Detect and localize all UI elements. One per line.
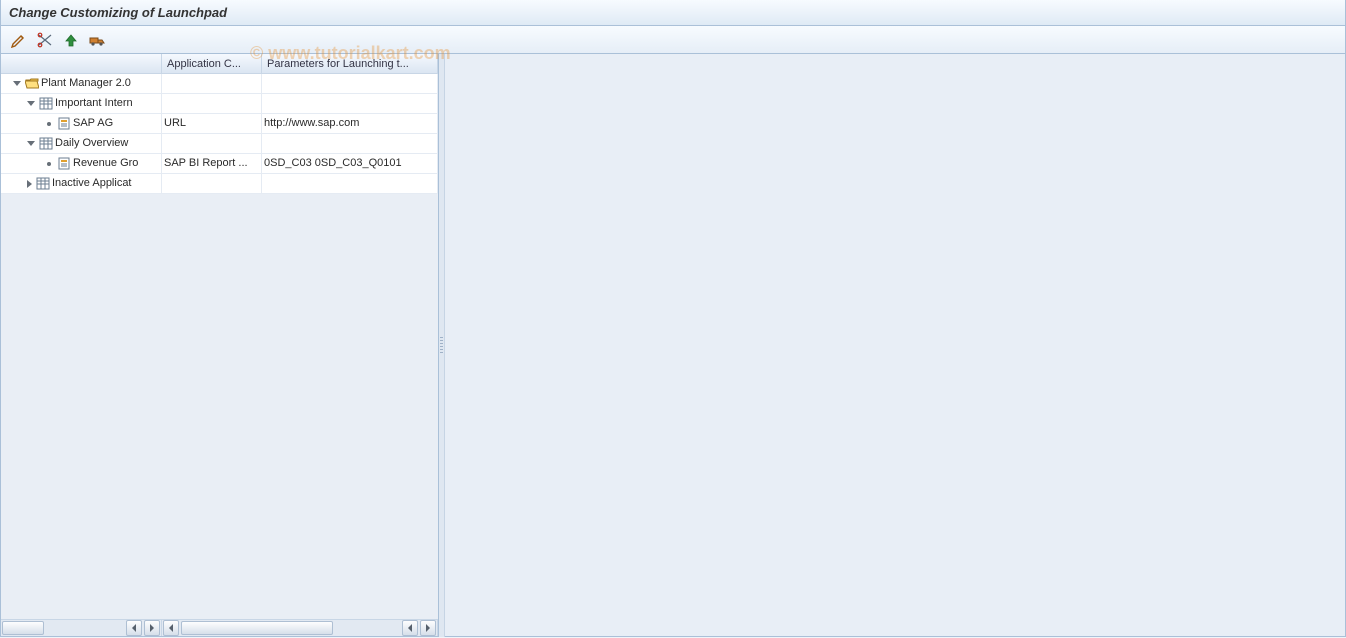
tree-node-label: Daily Overview [55,134,128,153]
grid-icon [39,97,53,110]
grid-icon [39,137,53,150]
cell-app-category: URL [162,114,262,133]
tree-panel: Application C... Parameters for Launchin… [0,54,439,637]
cell-parameters: 0SD_C03 0SD_C03_Q0101 [262,154,438,173]
tree-scrollbar-row [1,619,438,636]
title-bar: Change Customizing of Launchpad [0,0,1346,26]
scroll-right-icon[interactable] [144,620,160,636]
tree-header-row: Application C... Parameters for Launchin… [1,54,438,74]
tree-row-leaf[interactable]: Revenue Gro SAP BI Report ... 0SD_C03 0S… [1,154,438,174]
cell-app-category: SAP BI Report ... [162,154,262,173]
page-title: Change Customizing of Launchpad [9,5,227,20]
report-icon [57,157,71,170]
scroll-left-icon[interactable] [402,620,418,636]
tree-node-label: Inactive Applicat [52,174,132,193]
grid-icon [36,177,50,190]
cut-icon[interactable] [35,30,55,50]
leaf-bullet-icon [47,122,51,126]
tree-row-folder[interactable]: Important Intern [1,94,438,114]
scroll-right-icon[interactable] [420,620,436,636]
up-icon[interactable] [61,30,81,50]
tree-row-folder[interactable]: Inactive Applicat [1,174,438,194]
tree-row-folder[interactable]: Daily Overview [1,134,438,154]
transport-icon[interactable] [87,30,107,50]
scroll-left-icon[interactable] [163,620,179,636]
pane-splitter[interactable] [439,54,445,637]
col-header-parameters[interactable]: Parameters for Launching t... [262,54,438,74]
leaf-bullet-icon [47,162,51,166]
tree-node-label: Revenue Gro [73,154,138,173]
col-header-app-category[interactable]: Application C... [162,54,262,74]
edit-icon[interactable] [9,30,29,50]
content-area: Application C... Parameters for Launchin… [0,54,1346,637]
expand-toggle-icon[interactable] [13,81,21,86]
tree-row-leaf[interactable]: SAP AG URL http://www.sap.com [1,114,438,134]
tree-node-label: Important Intern [55,94,133,113]
expand-toggle-icon[interactable] [27,101,35,106]
col-header-tree[interactable] [1,54,162,74]
scroll-thumb[interactable] [181,621,333,635]
report-icon [57,117,71,130]
scroll-thumb[interactable] [2,621,44,635]
cell-parameters: http://www.sap.com [262,114,438,133]
detail-panel [445,54,1346,637]
tree-col-scrollbar[interactable] [1,620,162,636]
expand-toggle-icon[interactable] [27,180,32,188]
grid-col-scrollbar[interactable] [162,620,438,636]
app-toolbar [0,26,1346,54]
expand-toggle-icon[interactable] [27,141,35,146]
scroll-left-icon[interactable] [126,620,142,636]
tree-row-root[interactable]: Plant Manager 2.0 [1,74,438,94]
tree-node-label: Plant Manager 2.0 [41,74,131,93]
folder-open-icon [25,77,39,90]
tree-node-label: SAP AG [73,114,113,133]
